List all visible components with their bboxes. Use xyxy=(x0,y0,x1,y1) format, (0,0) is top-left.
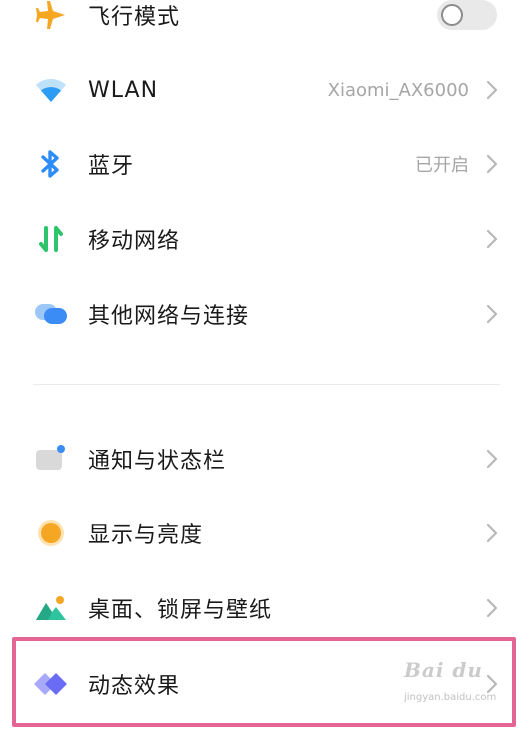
settings-screen: 飞行模式 WLAN Xiaomi_AX6000 蓝牙 已开启 移动网络 其他网络… xyxy=(0,0,527,733)
chevron-right-icon xyxy=(483,446,501,472)
airplane-mode-row[interactable]: 飞行模式 xyxy=(0,0,527,45)
chevron-right-icon xyxy=(483,520,501,546)
chevron-right-icon xyxy=(483,226,501,252)
chevron-right-icon xyxy=(483,151,501,177)
toggle-knob xyxy=(441,4,463,26)
bluetooth-icon xyxy=(33,146,69,182)
wallpaper-label: 桌面、锁屏与壁纸 xyxy=(88,598,273,623)
display-brightness-row[interactable]: 显示与亮度 xyxy=(0,503,527,563)
notifications-row[interactable]: 通知与状态栏 xyxy=(0,429,527,489)
wlan-row[interactable]: WLAN Xiaomi_AX6000 xyxy=(0,60,527,120)
mobile-data-icon xyxy=(33,221,69,257)
display-brightness-label: 显示与亮度 xyxy=(88,523,204,548)
wallpaper-row[interactable]: 桌面、锁屏与壁纸 xyxy=(0,578,527,638)
other-connections-label: 其他网络与连接 xyxy=(88,304,250,329)
airplane-mode-toggle[interactable] xyxy=(437,0,497,30)
other-connections-icon xyxy=(33,296,69,332)
mobile-network-row[interactable]: 移动网络 xyxy=(0,209,527,269)
mobile-network-label: 移动网络 xyxy=(88,229,181,254)
highlight-box xyxy=(12,637,516,727)
other-connections-row[interactable]: 其他网络与连接 xyxy=(0,284,527,344)
section-divider xyxy=(33,384,500,385)
bluetooth-label: 蓝牙 xyxy=(88,154,135,179)
notification-icon xyxy=(33,441,69,477)
bluetooth-value: 已开启 xyxy=(415,155,469,176)
airplane-icon xyxy=(33,0,69,33)
wallpaper-icon xyxy=(33,590,69,626)
chevron-right-icon xyxy=(483,77,501,103)
wifi-icon xyxy=(33,72,69,108)
bluetooth-row[interactable]: 蓝牙 已开启 xyxy=(0,134,527,194)
notifications-label: 通知与状态栏 xyxy=(88,449,227,474)
airplane-mode-label: 飞行模式 xyxy=(88,5,181,30)
wlan-value: Xiaomi_AX6000 xyxy=(327,79,469,101)
wlan-label: WLAN xyxy=(88,77,159,103)
chevron-right-icon xyxy=(483,595,501,621)
chevron-right-icon xyxy=(483,301,501,327)
display-brightness-icon xyxy=(33,515,69,551)
